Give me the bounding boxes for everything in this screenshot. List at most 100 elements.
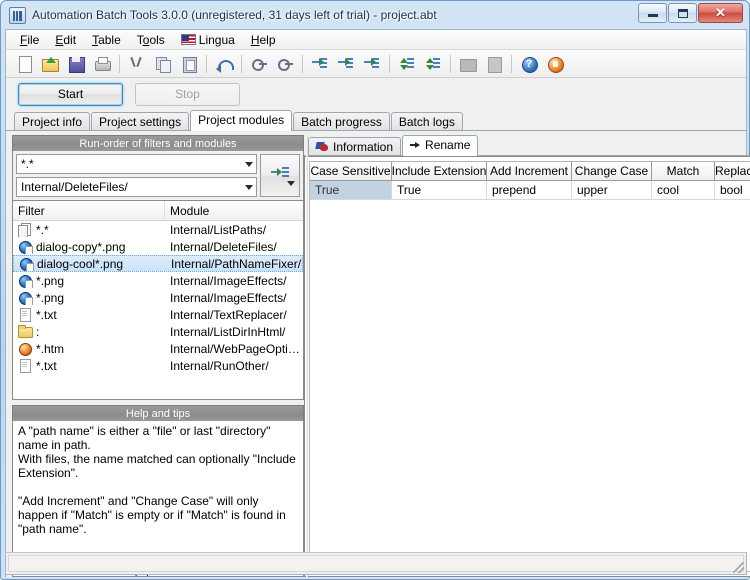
list-item-module: Internal/RunOther/ <box>165 359 303 373</box>
right-pane: Information Rename Case Sensitive Includ… <box>304 135 750 577</box>
filter-module-list[interactable]: Filter Module *.* Internal/ListPaths/ <box>12 201 304 400</box>
column-header-filter[interactable]: Filter <box>13 201 165 220</box>
folder-button[interactable] <box>456 52 480 76</box>
tab-batch-logs[interactable]: Batch logs <box>391 112 463 130</box>
tab-project-modules[interactable]: Project modules <box>190 110 292 131</box>
column-header-include-extension[interactable]: Include Extension <box>392 162 487 180</box>
client-area: File Edit Table Tools Lingua Help <box>5 29 747 577</box>
help-button[interactable] <box>517 52 541 76</box>
list-header: Filter Module <box>13 201 303 221</box>
stop-button[interactable]: Stop <box>135 83 240 106</box>
cell-case-sensitive[interactable]: True <box>310 181 392 199</box>
help-header: Help and tips <box>12 405 304 421</box>
add-row-button[interactable] <box>308 52 332 76</box>
cell-replace[interactable]: bool <box>715 181 750 199</box>
rename-panel: Case Sensitive Include Extension Add Inc… <box>304 156 750 577</box>
help-icon <box>520 55 538 73</box>
move-row-button[interactable] <box>360 52 384 76</box>
cell-include-extension[interactable]: True <box>392 181 487 199</box>
folder-icon <box>459 55 477 73</box>
pages-icon <box>18 223 31 237</box>
start-button[interactable]: Start <box>18 83 123 106</box>
list-item-selected[interactable]: dialog-cool*.png Internal/PathNameFixer/ <box>13 255 303 272</box>
menu-help[interactable]: Help <box>243 31 284 49</box>
add-row-icon <box>311 55 329 73</box>
run-order-header: Run-order of filters and modules <box>12 135 304 151</box>
maximize-button[interactable] <box>668 3 697 23</box>
filter-combo[interactable]: *.* <box>16 154 257 174</box>
module-combo[interactable]: Internal/DeleteFiles/ <box>16 177 257 197</box>
toolbar <box>6 50 746 78</box>
insert-row-button[interactable] <box>334 52 358 76</box>
new-file-button[interactable] <box>12 52 36 76</box>
list-item-module: Internal/DeleteFiles/ <box>165 240 303 254</box>
column-header-case-sensitive[interactable]: Case Sensitive <box>310 162 392 180</box>
save-file-button[interactable] <box>64 52 88 76</box>
insert-row-icon <box>337 55 355 73</box>
undo-button[interactable] <box>212 52 236 76</box>
combo-stack: *.* Internal/DeleteFiles/ <box>16 154 257 197</box>
tab-project-info[interactable]: Project info <box>14 112 90 130</box>
sort-rows-button[interactable] <box>421 52 445 76</box>
list-item-module: Internal/WebPageOptimiz... <box>165 342 303 356</box>
cut-button[interactable] <box>125 52 149 76</box>
close-button[interactable]: ✕ <box>698 3 743 23</box>
list-item[interactable]: *.txt Internal/TextReplacer/ <box>13 306 303 323</box>
print-icon <box>93 55 111 73</box>
cell-change-case[interactable]: upper <box>572 181 652 199</box>
list-item[interactable]: *.txt Internal/RunOther/ <box>13 357 303 374</box>
menu-edit[interactable]: Edit <box>47 31 84 49</box>
column-header-match[interactable]: Match <box>652 162 715 180</box>
list-item[interactable]: *.htm Internal/WebPageOptimiz... <box>13 340 303 357</box>
list-item[interactable]: dialog-copy*.png Internal/DeleteFiles/ <box>13 238 303 255</box>
arrow-right-icon <box>410 140 421 151</box>
list-item[interactable]: *.* Internal/ListPaths/ <box>13 221 303 238</box>
home-button[interactable] <box>543 52 567 76</box>
tab-batch-progress[interactable]: Batch progress <box>293 112 390 130</box>
list-item[interactable]: *.png Internal/ImageEffects/ <box>13 289 303 306</box>
paste-icon <box>180 55 198 73</box>
html-icon <box>18 342 31 356</box>
menu-bar: File Edit Table Tools Lingua Help <box>6 30 746 50</box>
close-icon: ✕ <box>699 4 742 22</box>
chevron-down-icon[interactable] <box>287 181 295 186</box>
tab-rename[interactable]: Rename <box>402 135 478 156</box>
minimize-button[interactable] <box>638 3 667 23</box>
resize-grip-icon[interactable] <box>733 562 744 573</box>
menu-lingua[interactable]: Lingua <box>173 31 243 49</box>
cell-add-increment[interactable]: prepend <box>487 181 572 199</box>
column-header-module[interactable]: Module <box>165 201 303 220</box>
home-icon <box>546 55 564 73</box>
menu-table[interactable]: Table <box>84 31 129 49</box>
key-button[interactable] <box>247 52 271 76</box>
document-button[interactable] <box>482 52 506 76</box>
list-item[interactable]: : Internal/ListDirInHtml/ <box>13 323 303 340</box>
folder-icon <box>18 325 31 339</box>
open-file-button[interactable] <box>38 52 62 76</box>
table-row[interactable]: True True prepend upper cool bool <box>310 181 750 200</box>
column-header-replace[interactable]: Replace <box>715 162 750 180</box>
keys-icon <box>276 55 294 73</box>
print-button[interactable] <box>90 52 114 76</box>
paste-button[interactable] <box>177 52 201 76</box>
column-header-add-increment[interactable]: Add Increment <box>487 162 572 180</box>
list-item-filter: dialog-copy*.png <box>36 240 125 254</box>
toolbar-separator <box>302 55 303 73</box>
key-icon <box>250 55 268 73</box>
column-header-change-case[interactable]: Change Case <box>572 162 652 180</box>
menu-file[interactable]: File <box>12 31 47 49</box>
page-icon <box>18 308 31 322</box>
tab-information[interactable]: Information <box>308 137 401 155</box>
list-item[interactable]: *.png Internal/ImageEffects/ <box>13 272 303 289</box>
module-combo-value: Internal/DeleteFiles/ <box>21 180 128 194</box>
add-filter-module-button[interactable] <box>260 154 300 197</box>
rename-grid[interactable]: Case Sensitive Include Extension Add Inc… <box>309 161 750 572</box>
menu-tools[interactable]: Tools <box>129 31 173 49</box>
move-up-down-button[interactable] <box>395 52 419 76</box>
document-icon <box>485 55 503 73</box>
copy-button[interactable] <box>151 52 175 76</box>
cell-match[interactable]: cool <box>652 181 715 199</box>
keys-button[interactable] <box>273 52 297 76</box>
list-item-filter: *.htm <box>36 342 64 356</box>
tab-project-settings[interactable]: Project settings <box>91 112 189 130</box>
